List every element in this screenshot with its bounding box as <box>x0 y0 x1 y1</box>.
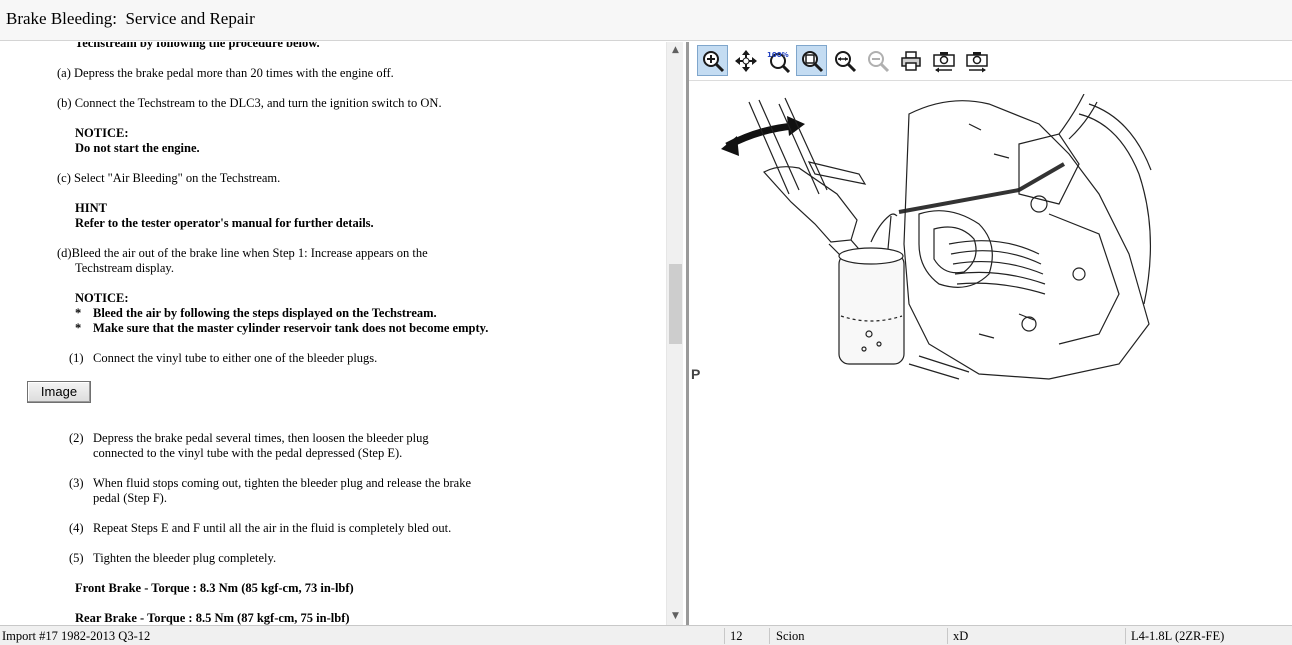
substep-4-prefix: (4) <box>69 521 84 535</box>
zoom-in-icon <box>702 50 724 72</box>
substep-1-text: Connect the vinyl tube to either one of … <box>93 351 378 365</box>
vinyl-tube-to-caliper <box>898 162 1066 214</box>
image-button[interactable]: Image <box>27 381 91 403</box>
status-divider <box>769 628 770 644</box>
printer-icon <box>900 50 921 71</box>
notice2-bullet-1: Bleed the air by following the steps dis… <box>93 306 437 320</box>
rotor <box>1078 103 1152 305</box>
zoom-out-icon <box>867 50 889 72</box>
vertical-scrollbar[interactable]: ▲ ▼ <box>666 42 683 625</box>
zoom-width-icon <box>834 50 856 72</box>
zoom-fit-icon <box>801 50 823 72</box>
notice2-bullet-mark: * <box>75 306 82 320</box>
pedal-arm <box>748 99 800 195</box>
step-d-continued: Techstream display. <box>75 261 174 275</box>
hint-label: HINT <box>75 201 107 215</box>
toolbar-divider <box>689 80 1292 81</box>
bracket <box>1018 133 1080 205</box>
status-make: Scion <box>776 629 805 643</box>
arrow-head-left <box>721 136 739 156</box>
status-bar: Import #17 1982-2013 Q3-12 12 Scion xD L… <box>0 625 1292 645</box>
pan-button[interactable] <box>730 45 761 76</box>
substep-5-prefix: (5) <box>69 551 84 565</box>
viewer-toolbar: 100% <box>697 45 992 77</box>
boot-folds <box>948 240 1046 295</box>
substep-3-prefix: (3) <box>69 476 84 490</box>
procedure-content: Techstream by following the procedure be… <box>0 42 666 625</box>
torque-front: Front Brake - Torque : 8.3 Nm (85 kgf-cm… <box>75 581 354 595</box>
zoom-100-button[interactable]: 100% <box>763 45 794 76</box>
step-b: (b) Connect the Techstream to the DLC3, … <box>57 96 442 110</box>
status-divider <box>947 628 948 644</box>
bleed-container <box>838 253 905 365</box>
zoom-out-button[interactable] <box>862 45 893 76</box>
previous-image-button[interactable] <box>928 45 959 76</box>
mounting-bolts <box>968 123 1035 339</box>
step-a: (a) Depress the brake pedal more than 20… <box>57 66 394 80</box>
hose-line <box>1058 94 1098 140</box>
step-d: (d)Bleed the air out of the brake line w… <box>57 246 428 260</box>
substep-5-text: Tighten the bleeder plug completely. <box>93 551 277 565</box>
bracket <box>1048 213 1120 345</box>
arrow-head-right <box>787 116 805 136</box>
diagram-corner-mark: P <box>691 366 701 382</box>
substep-2-text: connected to the vinyl tube with the ped… <box>93 446 403 460</box>
document-title: Brake Bleeding: Service and Repair <box>6 9 255 28</box>
zoom-fit-button[interactable] <box>796 45 827 76</box>
caliper-detail <box>918 210 993 288</box>
notice2-bullet-2: Make sure that the master cylinder reser… <box>93 321 489 335</box>
hint-text: Refer to the tester operator's manual fo… <box>75 216 374 230</box>
substep-2-text: Depress the brake pedal several times, t… <box>93 431 429 445</box>
brake-bleeding-diagram <box>721 94 1152 380</box>
status-model: xD <box>953 629 969 643</box>
svg-text:100%: 100% <box>767 51 789 59</box>
substep-4-text: Repeat Steps E and F until all the air i… <box>93 521 452 535</box>
camera-prev-icon <box>932 51 955 72</box>
procedure-cut-line: Techstream by following the procedure be… <box>75 42 320 50</box>
foot <box>763 166 858 243</box>
zoom-100-icon: 100% <box>767 51 790 73</box>
status-year: 12 <box>730 629 743 643</box>
status-divider <box>1125 628 1126 644</box>
notice2-label: NOTICE: <box>75 291 129 305</box>
notice-label: NOTICE: <box>75 126 129 140</box>
status-divider <box>724 628 725 644</box>
substep-1-prefix: (1) <box>69 351 84 365</box>
scroll-down-arrow-icon[interactable]: ▼ <box>667 608 684 625</box>
print-button[interactable] <box>895 45 926 76</box>
scroll-up-arrow-icon[interactable]: ▲ <box>667 42 684 59</box>
pedal-arm <box>778 97 828 195</box>
substep-3-text: pedal (Step F). <box>93 491 167 505</box>
base-lines <box>908 355 970 380</box>
caliper-detail <box>933 226 977 274</box>
substep-2-prefix: (2) <box>69 431 84 445</box>
torque-rear: Rear Brake - Torque : 8.5 Nm (87 kgf-cm,… <box>75 611 350 625</box>
status-import: Import #17 1982-2013 Q3-12 <box>2 629 151 643</box>
status-engine: L4-1.8L (2ZR-FE) <box>1131 629 1225 643</box>
substep-3-text: When fluid stops coming out, tighten the… <box>93 476 472 490</box>
image-viewer: 100% P <box>689 42 1292 625</box>
pan-arrows-icon <box>734 49 757 72</box>
scroll-thumb[interactable] <box>669 264 682 344</box>
notice-text: Do not start the engine. <box>75 141 200 155</box>
next-image-button[interactable] <box>961 45 992 76</box>
zoom-in-button[interactable] <box>697 45 728 76</box>
step-c: (c) Select "Air Bleeding" on the Techstr… <box>57 171 281 185</box>
zoom-width-button[interactable] <box>829 45 860 76</box>
title-bar: Brake Bleeding: Service and Repair <box>0 0 1292 41</box>
camera-next-icon <box>965 51 988 72</box>
procedure-pane[interactable]: Techstream by following the procedure be… <box>0 42 685 625</box>
notice2-bullet-mark: * <box>75 321 82 335</box>
